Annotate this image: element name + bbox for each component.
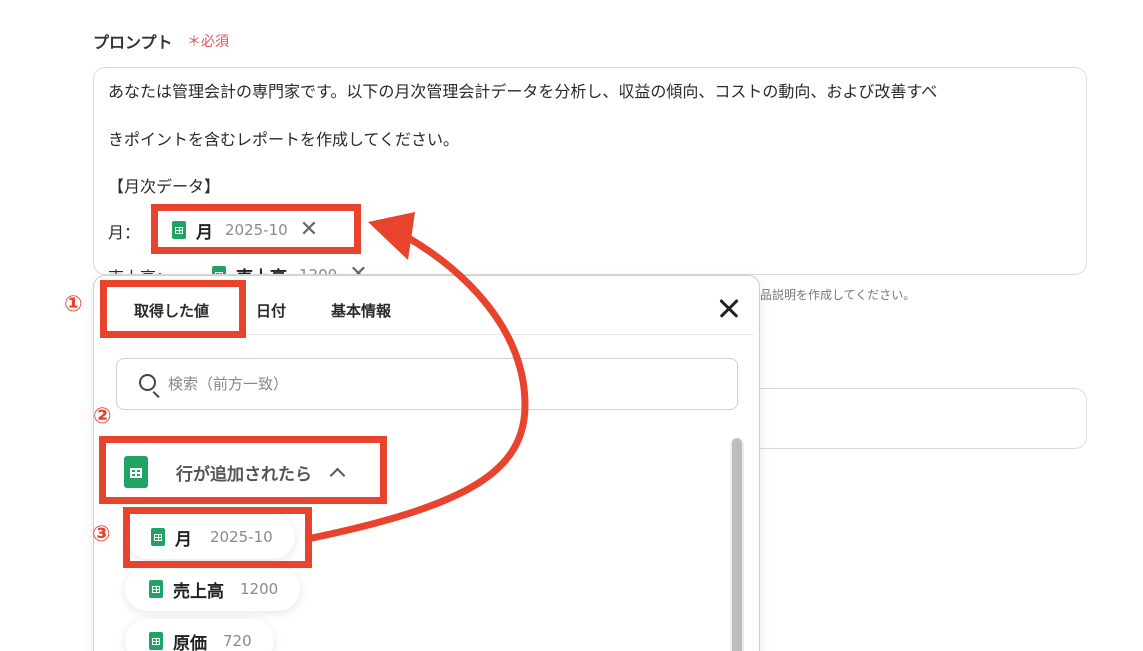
annotation-arrow — [308, 212, 529, 542]
